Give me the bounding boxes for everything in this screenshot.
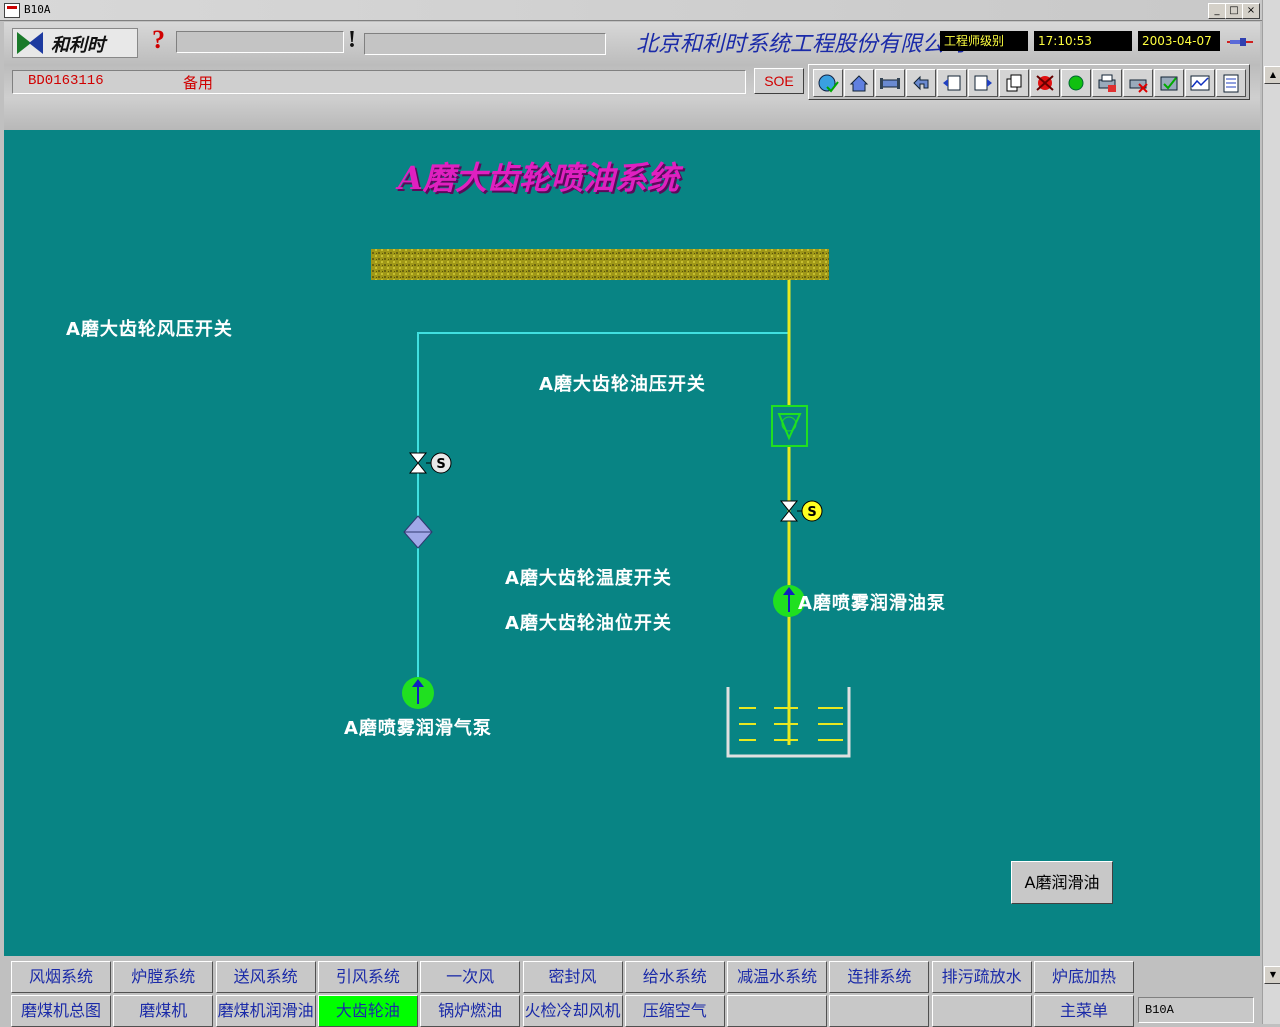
nav-button[interactable]: 排污疏放水 xyxy=(931,961,1032,993)
air-pump-icon[interactable] xyxy=(402,677,434,709)
nav-button[interactable]: 减温水系统 xyxy=(727,961,828,993)
nav-button[interactable]: 磨煤机润滑油 xyxy=(215,995,316,1027)
nav-button[interactable]: 引风系统 xyxy=(317,961,418,993)
piping-diagram: S S xyxy=(371,249,851,758)
nav-button[interactable] xyxy=(727,995,828,1027)
nav-button[interactable]: 炉膛系统 xyxy=(113,961,214,993)
air-solenoid-valve-icon[interactable]: S xyxy=(408,452,452,474)
vertical-scrollbar[interactable]: ▲ ▼ xyxy=(1262,0,1280,1024)
nav-button[interactable] xyxy=(829,995,930,1027)
scroll-up-button[interactable]: ▲ xyxy=(1264,66,1280,84)
air-valve-letter: S xyxy=(436,457,445,472)
air-regulator-icon[interactable] xyxy=(403,515,433,549)
temperature-switch-label[interactable]: A磨大齿轮温度开关 xyxy=(505,564,672,590)
nav-button[interactable]: 压缩空气 xyxy=(624,995,725,1027)
nav-button[interactable]: 大齿轮油 xyxy=(317,995,418,1027)
nav-button[interactable]: 磨煤机 xyxy=(113,995,214,1027)
screen-id-field: B10A xyxy=(1138,997,1254,1023)
nav-button[interactable]: 连排系统 xyxy=(829,961,930,993)
nav-button[interactable]: 主菜单 xyxy=(1034,995,1134,1027)
nav-button[interactable]: 炉底加热 xyxy=(1034,961,1134,993)
oil-level-switch-label[interactable]: A磨大齿轮油位开关 xyxy=(505,609,672,635)
nav-button[interactable]: 风烟系统 xyxy=(11,961,111,993)
diagram-title: A磨大齿轮喷油系统 xyxy=(398,159,679,197)
nav-button[interactable]: 一次风 xyxy=(420,961,521,993)
nav-button[interactable]: 密封风 xyxy=(522,961,623,993)
air-pump-label[interactable]: A磨喷雾润滑气泵 xyxy=(344,714,492,740)
oil-filter-icon[interactable] xyxy=(771,405,808,447)
oil-solenoid-valve-icon[interactable]: S xyxy=(779,500,823,522)
nav-button[interactable]: 锅炉燃油 xyxy=(420,995,521,1027)
oil-pump-label[interactable]: A磨喷雾润滑油泵 xyxy=(798,589,946,615)
oil-pressure-switch-label[interactable]: A磨大齿轮油压开关 xyxy=(539,370,706,396)
oil-valve-letter: S xyxy=(807,505,816,520)
gear-ring-block xyxy=(371,249,829,280)
lube-oil-button[interactable]: A磨润滑油 xyxy=(1011,861,1113,904)
nav-button[interactable]: 火检冷却风机 xyxy=(522,995,623,1027)
nav-button[interactable]: 送风系统 xyxy=(215,961,316,993)
air-pressure-switch-label[interactable]: A磨大齿轮风压开关 xyxy=(66,315,233,341)
nav-button[interactable]: 磨煤机总图 xyxy=(11,995,111,1027)
nav-button[interactable]: 给水系统 xyxy=(624,961,725,993)
scroll-down-button[interactable]: ▼ xyxy=(1264,966,1280,984)
nav-button[interactable] xyxy=(931,995,1032,1027)
